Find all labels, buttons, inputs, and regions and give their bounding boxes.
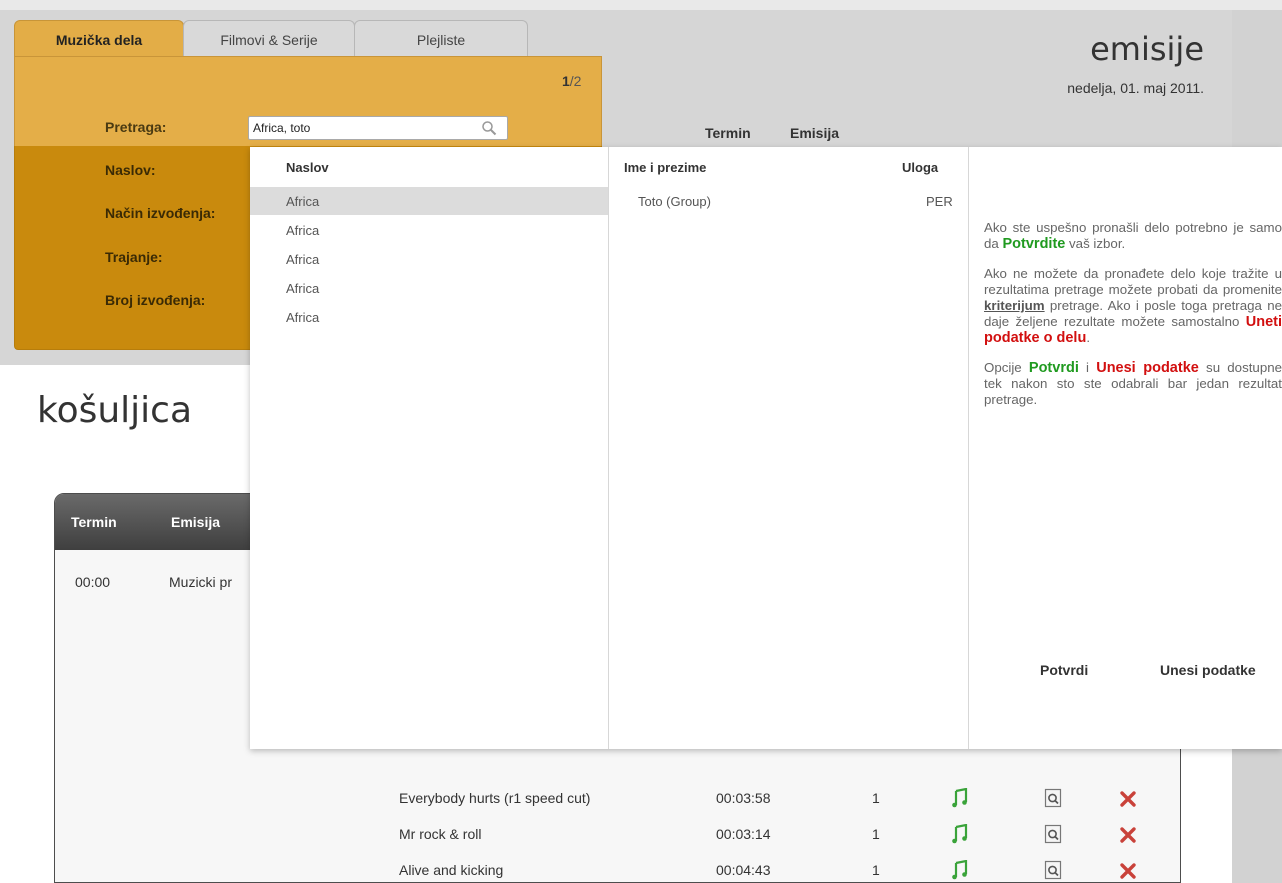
music-note-icon[interactable] — [952, 824, 968, 844]
help-text-part: Ako ne možete da pronađete delo koje tra… — [984, 266, 1282, 297]
song-count: 1 — [872, 826, 880, 842]
help-text: Ako ste uspešno pronašli delo potrebno j… — [984, 220, 1282, 422]
field-label-broj-izvodjenja: Broj izvođenja: — [105, 292, 206, 308]
song-duration: 00:03:58 — [716, 790, 771, 806]
field-label-naslov: Naslov: — [105, 162, 156, 178]
page-indicator: 1/2 — [562, 73, 581, 89]
music-note-icon[interactable] — [952, 860, 968, 880]
search-tabs: Muzička dela Filmovi & Serije Plejliste — [14, 20, 528, 57]
criteria-link[interactable]: kriterijum — [984, 298, 1045, 313]
result-item[interactable]: Africa — [250, 303, 608, 331]
table-header-termin: Termin — [71, 514, 117, 530]
row-time: 00:00 — [75, 574, 111, 590]
song-title: Alive and kicking — [399, 862, 504, 878]
column-divider — [608, 147, 609, 749]
help-paragraph: Opcije Potvrdi i Unesi podatke su dostup… — [984, 360, 1282, 408]
results-header-ime: Ime i prezime — [624, 160, 707, 175]
column-header-emisija: Emisija — [790, 125, 840, 141]
search-box[interactable] — [248, 116, 508, 140]
song-duration: 00:03:14 — [716, 826, 771, 842]
current-date: nedelja, 01. maj 2011. — [1067, 80, 1204, 96]
song-row[interactable]: Alive and kicking 00:04:43 1 — [55, 860, 1180, 882]
song-duration: 00:04:43 — [716, 862, 771, 878]
field-label-nacin-izvodjenja: Način izvođenja: — [105, 205, 216, 221]
enter-data-button[interactable]: Unesi podatke — [1160, 662, 1256, 678]
song-title: Everybody hurts (r1 speed cut) — [399, 790, 591, 806]
document-preview-icon[interactable] — [1044, 860, 1062, 880]
table-header-emisija: Emisija — [171, 514, 221, 530]
result-item[interactable]: Africa — [250, 245, 608, 273]
tab-muzicka-dela[interactable]: Muzička dela — [14, 20, 184, 57]
column-divider — [968, 147, 969, 749]
song-count: 1 — [872, 790, 880, 806]
row-show[interactable]: Muzicki pr — [169, 574, 232, 590]
document-preview-icon[interactable] — [1044, 824, 1062, 844]
help-highlight-confirm: Potvrdi — [1028, 360, 1079, 376]
search-icon[interactable] — [481, 120, 497, 136]
page-title: emisije — [1090, 30, 1204, 68]
search-results-dropdown: Naslov Ime i prezime Uloga Africa Africa… — [250, 147, 1282, 749]
help-paragraph: Ako ste uspešno pronašli delo potrebno j… — [984, 220, 1282, 252]
help-text-part: vaš izbor. — [1065, 236, 1126, 251]
help-paragraph: Ako ne možete da pronađete delo koje tra… — [984, 266, 1282, 346]
field-label-trajanje: Trajanje: — [105, 249, 163, 265]
result-item[interactable]: Africa — [250, 274, 608, 302]
song-count: 1 — [872, 862, 880, 878]
search-input[interactable] — [249, 117, 469, 139]
column-header-termin: Termin — [705, 125, 751, 141]
help-text-part: Opcije — [984, 360, 1029, 375]
music-note-icon[interactable] — [952, 788, 968, 808]
help-text-part: . — [1086, 330, 1091, 345]
result-item[interactable]: Africa — [250, 216, 608, 244]
page-total: /2 — [569, 73, 582, 89]
tab-plejliste[interactable]: Plejliste — [354, 20, 528, 56]
song-row[interactable]: Everybody hurts (r1 speed cut) 00:03:58 … — [55, 788, 1180, 826]
tab-filmovi-serije[interactable]: Filmovi & Serije — [183, 20, 355, 56]
result-item-selected[interactable]: Africa — [250, 187, 608, 215]
delete-icon[interactable] — [1119, 790, 1137, 808]
delete-icon[interactable] — [1119, 862, 1137, 880]
song-title: Mr rock & roll — [399, 826, 482, 842]
search-label: Pretraga: — [105, 119, 167, 135]
page-current: 1 — [562, 73, 570, 89]
document-preview-icon[interactable] — [1044, 788, 1062, 808]
help-highlight-enter: Unesi podatke — [1096, 360, 1199, 376]
results-header-uloga: Uloga — [902, 160, 939, 175]
delete-icon[interactable] — [1119, 826, 1137, 844]
person-name: Toto (Group) — [638, 194, 711, 209]
song-row[interactable]: Mr rock & roll 00:03:14 1 — [55, 824, 1180, 862]
person-role: PER — [926, 194, 953, 209]
help-text-part: i — [1078, 360, 1097, 375]
results-header-naslov: Naslov — [286, 160, 329, 175]
help-highlight-confirm: Potvrdite — [1002, 236, 1066, 252]
section-title: košuljica — [37, 390, 193, 431]
confirm-button[interactable]: Potvrdi — [1040, 662, 1088, 678]
